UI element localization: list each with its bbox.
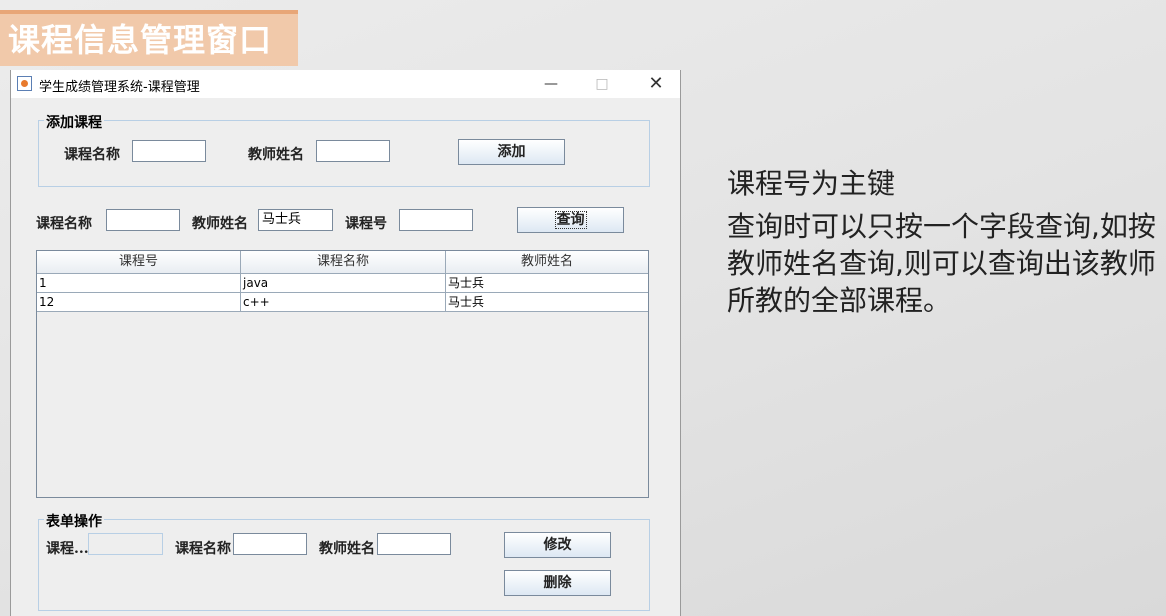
add-teacher-label: 教师姓名: [248, 147, 304, 163]
note-primary-key: 课程号为主键: [727, 167, 896, 200]
delete-button[interactable]: 删除: [504, 570, 611, 596]
window-title: 学生成绩管理系统-课程管理: [39, 80, 200, 95]
cell-course-no[interactable]: 1: [37, 274, 241, 292]
maximize-button[interactable]: □: [582, 72, 622, 96]
query-course-no-label: 课程号: [345, 216, 387, 232]
table-header: 课程号 课程名称 教师姓名: [37, 251, 648, 274]
form-course-no-label: 课程...: [46, 541, 89, 557]
add-course-group-title: 添加课程: [44, 112, 104, 132]
form-operation-group: 表单操作 课程... 课程名称 教师姓名 修改 删除: [38, 511, 650, 611]
query-teacher-label: 教师姓名: [192, 216, 248, 232]
add-teacher-input[interactable]: [316, 140, 390, 162]
note-query-description: 查询时可以只按一个字段查询,如按教师姓名查询,则可以查询出该教师所教的全部课程。: [727, 210, 1156, 317]
form-teacher-input[interactable]: [377, 533, 451, 555]
delete-button-label: 删除: [543, 575, 572, 591]
add-button[interactable]: 添加: [458, 139, 565, 165]
column-header-teacher[interactable]: 教师姓名: [446, 251, 648, 273]
slide-title: 课程信息管理窗口: [0, 14, 298, 66]
cell-course-name[interactable]: c++: [241, 293, 446, 311]
java-app-icon: [17, 76, 32, 91]
course-table[interactable]: 课程号 课程名称 教师姓名 1 java 马士兵 12 c++ 马士兵: [36, 250, 649, 498]
slide-notes: 课程号为主键 查询时可以只按一个字段查询,如按教师姓名查询,则可以查询出该教师所…: [727, 165, 1157, 319]
modify-button[interactable]: 修改: [504, 532, 611, 558]
query-button-label: 查询: [554, 211, 587, 229]
query-teacher-input[interactable]: 马士兵: [258, 209, 333, 231]
window-titlebar[interactable]: 学生成绩管理系统-课程管理 — □ ✕: [11, 70, 680, 98]
add-course-group: 添加课程 课程名称 教师姓名 添加: [38, 112, 650, 187]
cell-course-name[interactable]: java: [241, 274, 446, 292]
close-button[interactable]: ✕: [636, 72, 676, 96]
add-button-label: 添加: [497, 144, 526, 160]
minimize-button[interactable]: —: [531, 72, 571, 96]
form-course-name-input[interactable]: [233, 533, 307, 555]
add-course-name-label: 课程名称: [64, 147, 120, 163]
add-course-name-input[interactable]: [132, 140, 206, 162]
column-header-course-no[interactable]: 课程号: [37, 251, 241, 273]
query-button[interactable]: 查询: [517, 207, 624, 233]
form-operation-group-title: 表单操作: [44, 511, 104, 531]
cell-teacher[interactable]: 马士兵: [446, 274, 648, 292]
column-header-course-name[interactable]: 课程名称: [241, 251, 446, 273]
form-course-no-input: [88, 533, 163, 555]
table-row[interactable]: 1 java 马士兵: [37, 274, 648, 293]
query-course-name-label: 课程名称: [36, 216, 92, 232]
form-course-name-label: 课程名称: [175, 541, 231, 557]
app-window: 学生成绩管理系统-课程管理 — □ ✕ 添加课程 课程名称 教师姓名 添加 课程…: [10, 70, 681, 616]
table-row[interactable]: 12 c++ 马士兵: [37, 293, 648, 312]
cell-teacher[interactable]: 马士兵: [446, 293, 648, 311]
cell-course-no[interactable]: 12: [37, 293, 241, 311]
query-course-name-input[interactable]: [106, 209, 180, 231]
query-course-no-input[interactable]: [399, 209, 473, 231]
modify-button-label: 修改: [543, 537, 572, 553]
form-teacher-label: 教师姓名: [319, 541, 375, 557]
